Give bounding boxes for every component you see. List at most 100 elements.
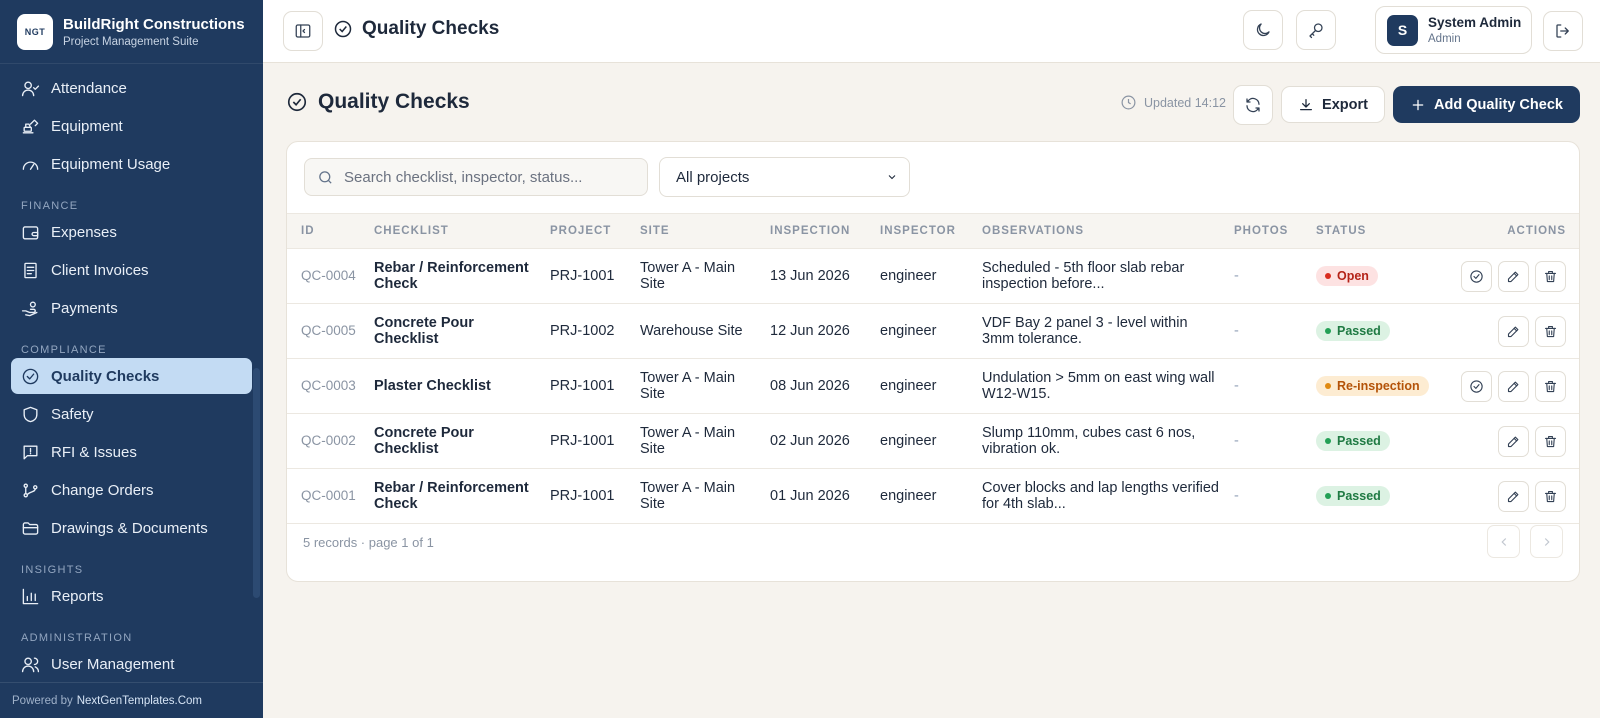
sidebar-item-label: Equipment Usage (51, 155, 171, 173)
cell-inspector: engineer (880, 378, 937, 394)
cell-observations: VDF Bay 2 panel 3 - level within 3mm tol… (982, 315, 1188, 347)
search-input[interactable] (344, 168, 634, 186)
cell-actions (1432, 249, 1579, 304)
sidebar-item-safety[interactable]: Safety (11, 396, 252, 432)
column-header[interactable]: CHECKLIST (360, 213, 536, 249)
sidebar-item-label: Safety (51, 405, 94, 423)
sidebar-item-equipment[interactable]: Equipment (11, 108, 252, 144)
sidebar-item-user-management[interactable]: User Management (11, 646, 252, 682)
table-row[interactable]: QC-0003 Plaster Checklist PRJ-1001 Tower… (287, 359, 1579, 414)
table-row[interactable]: QC-0001 Rebar / Reinforcement Check PRJ-… (287, 469, 1579, 524)
table-header-row: ID CHECKLIST PROJECT SITE INSPECTION INS… (287, 213, 1579, 249)
sidebar-item-label: Change Orders (51, 481, 154, 499)
last-updated: Updated 14:12 (1120, 94, 1226, 111)
check-circle-icon (1470, 269, 1483, 283)
approve-button[interactable] (1461, 370, 1492, 402)
column-header: ACTIONS (1432, 213, 1579, 249)
logout-icon (1556, 24, 1569, 38)
table-row[interactable]: QC-0004 Rebar / Reinforcement Check PRJ-… (287, 249, 1579, 304)
cell-site: Tower A - Main Site (640, 260, 736, 292)
sidebar-item-equipment-usage[interactable]: Equipment Usage (11, 146, 252, 182)
column-header[interactable]: SITE (626, 213, 756, 249)
status-dot (1325, 493, 1331, 499)
toggle-sidebar-button[interactable] (283, 11, 323, 51)
topbar-title: Quality Checks (333, 18, 499, 40)
trash-icon (1544, 380, 1557, 392)
section-administration: ADMINISTRATION (21, 632, 133, 644)
export-label: Export (1322, 96, 1368, 113)
gauge-icon (22, 161, 39, 170)
sidebar-item-label: Reports (51, 587, 104, 605)
delete-button[interactable] (1535, 260, 1566, 292)
sidebar-item-rfi-issues[interactable]: RFI & Issues (11, 434, 252, 470)
sidebar-item-drawings-documents[interactable]: Drawings & Documents (11, 510, 252, 546)
company-logo[interactable]: NGT (17, 13, 53, 50)
table-row[interactable]: QC-0002 Concrete Pour Checklist PRJ-1001… (287, 414, 1579, 469)
sidebar-item-reports[interactable]: Reports (11, 578, 252, 614)
cell-observations: Scheduled - 5th floor slab rebar inspect… (982, 260, 1185, 292)
sidebar-scrollbar[interactable] (253, 368, 260, 598)
edit-button[interactable] (1498, 425, 1529, 457)
column-header[interactable]: OBSERVATIONS (968, 213, 1220, 249)
sidebar-item-label: Payments (51, 299, 118, 317)
wallet-icon (22, 225, 39, 240)
refresh-button[interactable] (1233, 85, 1273, 125)
sidebar-item-quality-checks[interactable]: Quality Checks (11, 358, 252, 394)
cell-photos: - (1234, 378, 1239, 394)
pencil-icon (1507, 436, 1519, 447)
sidebar-item-label: Expenses (51, 223, 117, 241)
sidebar-item-attendance[interactable]: Attendance (11, 70, 252, 106)
column-header[interactable]: ID (287, 213, 360, 249)
powered-by-link[interactable]: NextGenTemplates.Com (77, 695, 202, 707)
prev-page-button[interactable] (1487, 525, 1520, 558)
cell-status: Passed (1302, 469, 1432, 524)
table-row[interactable]: QC-0005 Concrete Pour Checklist PRJ-1002… (287, 304, 1579, 359)
sidebar-item-label: RFI & Issues (51, 443, 137, 461)
cell-observations: Slump 110mm, cubes cast 6 nos, vibration… (982, 425, 1196, 457)
column-header[interactable]: PROJECT (536, 213, 626, 249)
user-menu[interactable]: S System Admin Admin (1375, 6, 1532, 54)
brand-title: BuildRight Constructions (63, 15, 245, 33)
theme-toggle-button[interactable] (1243, 10, 1283, 50)
sidebar-item-payments[interactable]: Payments (11, 290, 252, 326)
approve-button[interactable] (1461, 260, 1492, 292)
edit-button[interactable] (1498, 260, 1529, 292)
edit-button[interactable] (1498, 315, 1529, 347)
cell-id: QC-0001 (301, 488, 356, 503)
sidebar-item-client-invoices[interactable]: Client Invoices (11, 252, 252, 288)
cell-project: PRJ-1001 (550, 378, 615, 394)
check-circle-icon (334, 20, 352, 38)
status-dot (1325, 328, 1331, 334)
cell-site: Warehouse Site (640, 323, 743, 339)
page-title-text: Quality Checks (318, 90, 470, 113)
logout-button[interactable] (1543, 11, 1583, 51)
project-filter-select[interactable]: All projects (659, 157, 910, 197)
column-header[interactable]: INSPECTION (756, 213, 866, 249)
pencil-icon (1507, 326, 1519, 337)
change-password-button[interactable] (1296, 10, 1336, 50)
search-box[interactable] (304, 158, 648, 196)
cell-photos: - (1234, 323, 1239, 339)
cell-project: PRJ-1001 (550, 268, 615, 284)
column-header[interactable]: STATUS (1302, 213, 1432, 249)
export-button[interactable]: Export (1281, 86, 1385, 123)
delete-button[interactable] (1535, 425, 1566, 457)
cell-status: Passed (1302, 304, 1432, 359)
delete-button[interactable] (1535, 315, 1566, 347)
cell-status: Passed (1302, 414, 1432, 469)
last-updated-text: Updated 14:12 (1144, 95, 1227, 110)
edit-button[interactable] (1498, 370, 1529, 402)
next-page-button[interactable] (1530, 525, 1563, 558)
trash-icon (1544, 270, 1557, 282)
delete-button[interactable] (1535, 480, 1566, 512)
cell-inspector: engineer (880, 488, 937, 504)
column-header[interactable]: INSPECTOR (866, 213, 968, 249)
sidebar-item-change-orders[interactable]: Change Orders (11, 472, 252, 508)
refresh-icon (1246, 97, 1260, 113)
edit-button[interactable] (1498, 480, 1529, 512)
sidebar-item-expenses[interactable]: Expenses (11, 214, 252, 250)
user-name: System Admin (1428, 15, 1522, 30)
pencil-icon (1507, 491, 1519, 502)
add-quality-check-button[interactable]: Add Quality Check (1393, 86, 1580, 123)
delete-button[interactable] (1535, 370, 1566, 402)
